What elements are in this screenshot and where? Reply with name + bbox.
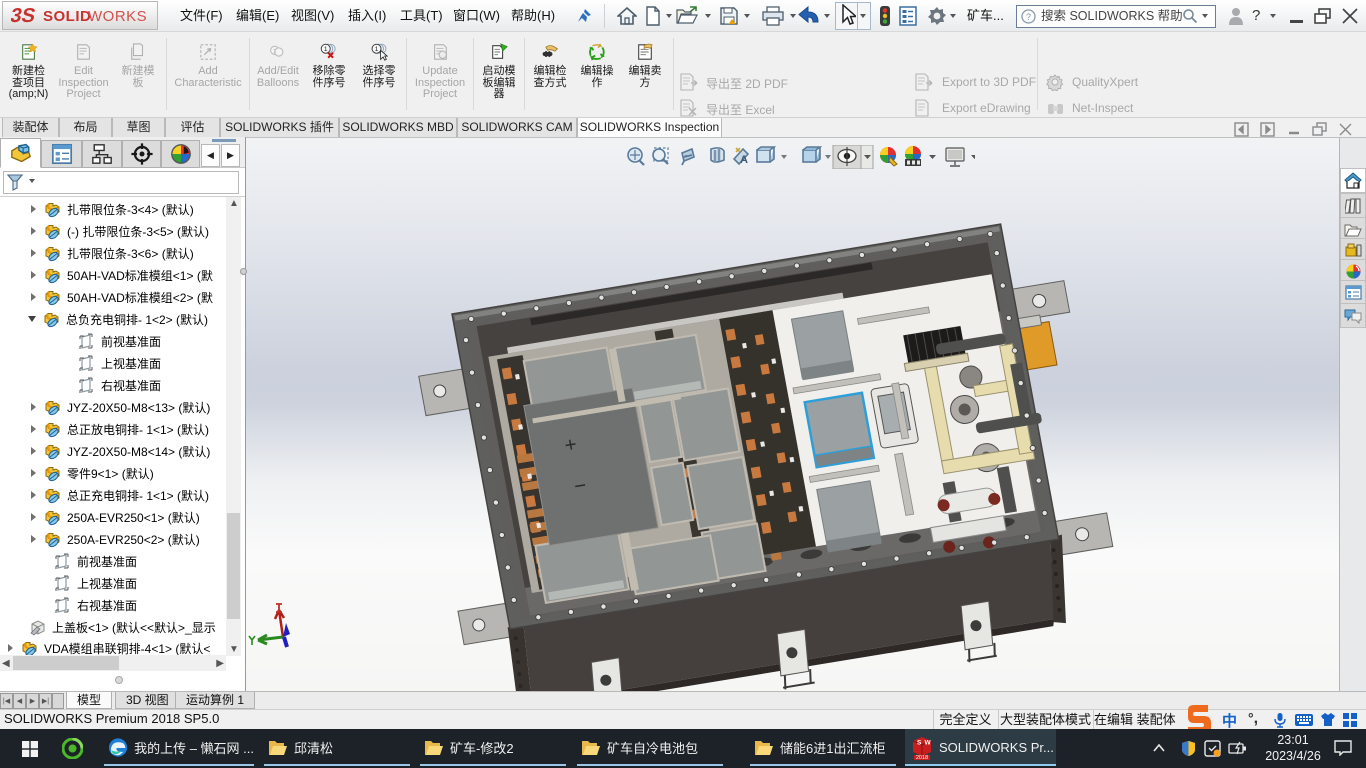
svg-text:S: S	[917, 739, 922, 746]
svg-text:1: 1	[324, 46, 328, 53]
svg-text:W: W	[925, 739, 932, 746]
svg-text:A: A	[740, 154, 748, 166]
svg-text:2018: 2018	[916, 755, 928, 760]
svg-text:SOLID: SOLID	[43, 8, 91, 25]
svg-text:WORKS: WORKS	[88, 8, 147, 25]
svg-text:?: ?	[1026, 12, 1031, 22]
svg-text:1: 1	[375, 46, 379, 53]
svg-text:1: 1	[273, 49, 276, 55]
svg-text:3S: 3S	[11, 5, 37, 27]
